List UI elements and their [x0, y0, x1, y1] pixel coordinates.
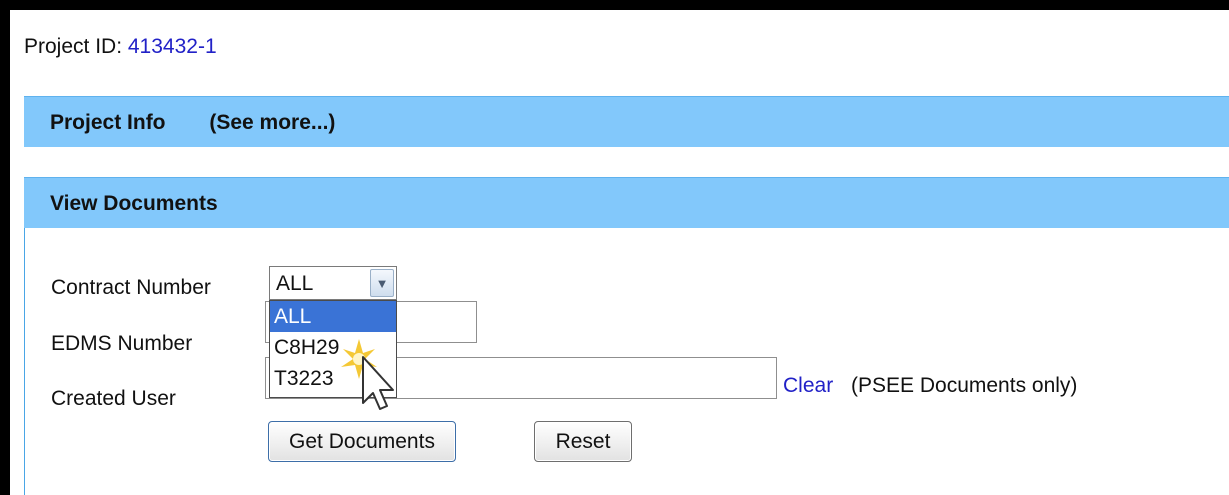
project-info-bar: Project Info (See more...): [24, 96, 1229, 147]
chevron-down-icon[interactable]: ▼: [370, 269, 394, 297]
view-documents-bar: View Documents: [24, 177, 1229, 228]
view-documents-form: Contract Number EDMS Number Created User…: [24, 228, 1229, 495]
get-documents-button[interactable]: Get Documents: [268, 421, 456, 462]
contract-number-label: Contract Number: [51, 276, 211, 299]
see-more-link[interactable]: (See more...): [209, 111, 335, 134]
project-info-title: Project Info: [50, 111, 166, 134]
view-documents-title: View Documents: [50, 192, 218, 215]
project-id-link[interactable]: 413432-1: [128, 35, 217, 58]
arrow-cursor-icon: [362, 356, 394, 410]
reset-button[interactable]: Reset: [534, 421, 632, 462]
contract-number-selected-value: ALL: [276, 272, 314, 295]
contract-number-select[interactable]: ALL ▼: [269, 266, 397, 300]
project-id-line: Project ID: 413432-1: [24, 35, 217, 59]
psee-documents-note: (PSEE Documents only): [851, 374, 1078, 397]
page-frame: Project ID: 413432-1 Project Info (See m…: [10, 10, 1229, 495]
contract-option-all[interactable]: ALL: [270, 301, 396, 332]
created-user-label: Created User: [51, 387, 176, 410]
edms-number-label: EDMS Number: [51, 332, 193, 355]
project-id-label: Project ID:: [24, 35, 123, 58]
mouse-cursor: [341, 339, 394, 410]
clear-link[interactable]: Clear: [783, 374, 833, 398]
